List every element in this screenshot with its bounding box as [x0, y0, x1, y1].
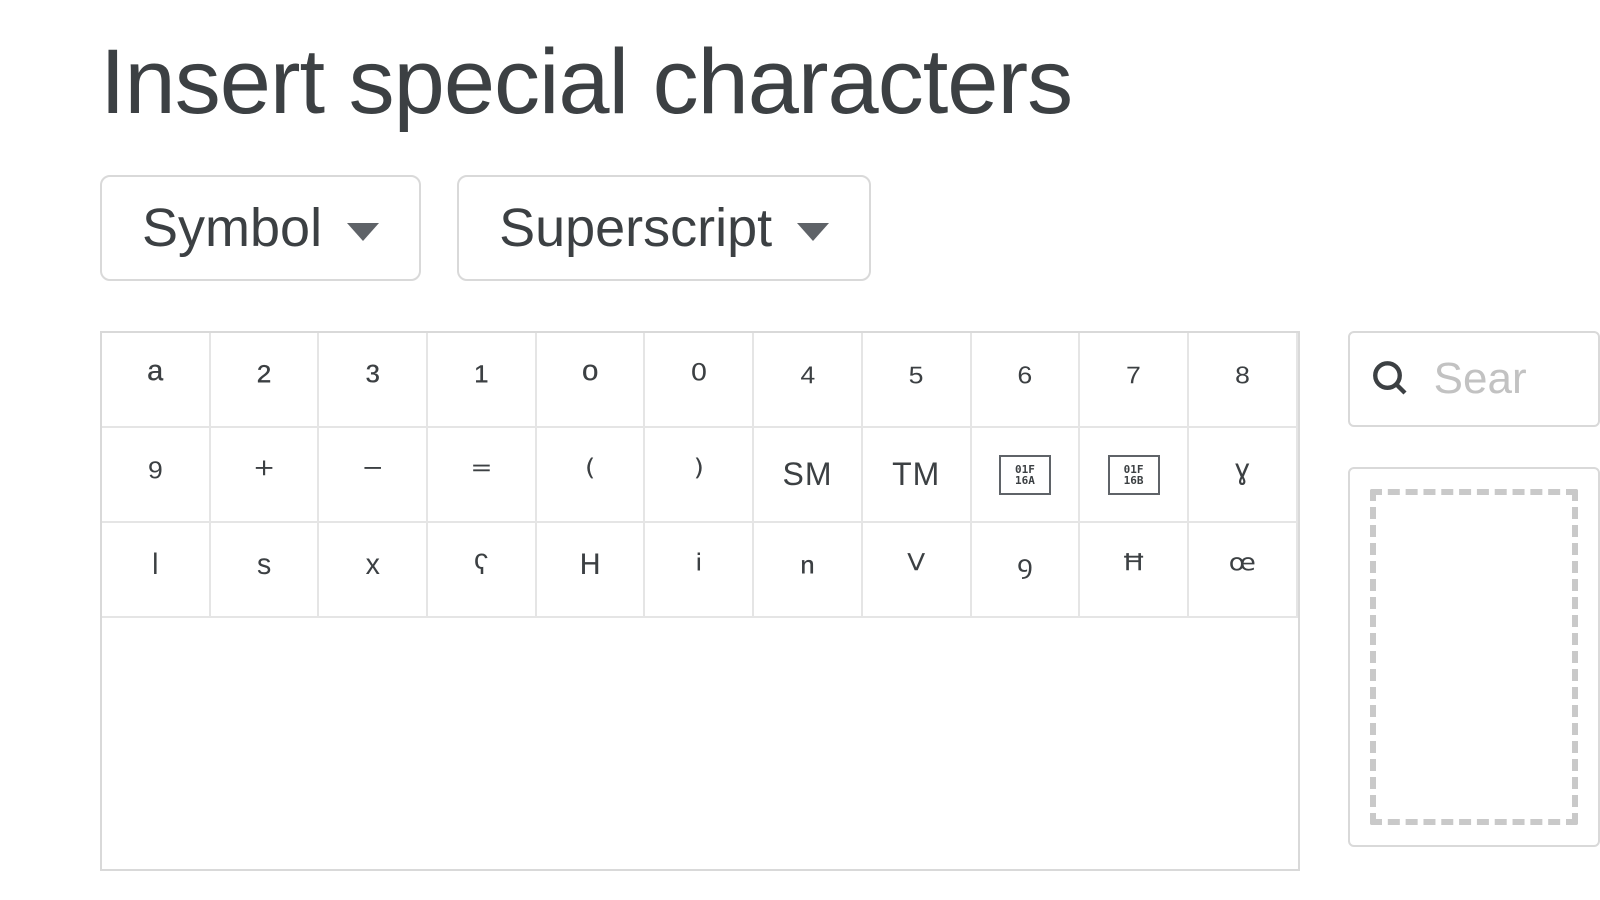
char-glyph: ⁾ [694, 450, 704, 499]
character-cell[interactable]: ꟹ [1189, 523, 1298, 618]
undefined-glyph-icon: 01F16B [1108, 455, 1160, 495]
char-glyph: ⁹ [146, 451, 164, 499]
char-glyph: ꟸ [1122, 545, 1146, 594]
character-cell[interactable]: ᴴ [537, 523, 646, 618]
char-glyph: ² [257, 356, 271, 404]
char-glyph: ª [148, 356, 164, 404]
dialog-title: Insert special characters [100, 30, 1600, 135]
category-dropdown[interactable]: Symbol [100, 175, 421, 281]
char-glyph: ˡ [152, 546, 159, 594]
character-cell[interactable]: ꝰ [972, 523, 1081, 618]
char-glyph: ꝰ [1017, 541, 1033, 598]
char-glyph: ³ [366, 356, 380, 404]
char-glyph: ⁷ [1126, 356, 1141, 404]
character-cell[interactable]: TM [863, 428, 972, 523]
char-glyph: ⱽ [907, 545, 925, 594]
character-cell[interactable]: ˠ [1189, 428, 1298, 523]
character-cell[interactable]: ⁿ [754, 523, 863, 618]
char-glyph: ˠ [1236, 451, 1250, 499]
draw-area-border [1370, 489, 1578, 825]
character-cell[interactable]: ⁼ [428, 428, 537, 523]
character-cell[interactable]: 01F16A [972, 428, 1081, 523]
subcategory-dropdown[interactable]: Superscript [457, 175, 871, 281]
char-glyph: ˢ [257, 546, 271, 594]
character-cell[interactable]: ⱽ [863, 523, 972, 618]
chevron-down-icon [347, 223, 379, 241]
subcategory-label: Superscript [499, 197, 772, 259]
char-glyph: º [582, 356, 597, 404]
character-cell[interactable]: ⁻ [319, 428, 428, 523]
character-cell[interactable]: ² [211, 333, 320, 428]
char-glyph: ⁴ [799, 356, 817, 404]
char-glyph: ⁶ [1016, 356, 1033, 404]
search-input[interactable] [1432, 353, 1578, 405]
character-cell[interactable]: ⁾ [645, 428, 754, 523]
character-cell[interactable]: ⁱ [645, 523, 754, 618]
char-glyph: ⁸ [1233, 356, 1251, 404]
char-glyph: SM [783, 456, 833, 493]
character-cell[interactable]: ⁺ [211, 428, 320, 523]
character-cell[interactable]: ˡ [102, 523, 211, 618]
char-glyph: ˣ [366, 546, 380, 594]
character-cell[interactable]: ª [102, 333, 211, 428]
char-glyph: ⁱ [695, 545, 703, 594]
character-cell[interactable]: º [537, 333, 646, 428]
undefined-glyph-icon: 01F16A [999, 455, 1051, 495]
character-cell[interactable]: ˤ [428, 523, 537, 618]
char-glyph: ꟹ [1229, 545, 1256, 594]
character-cell[interactable]: ⁰ [645, 333, 754, 428]
chevron-down-icon [797, 223, 829, 241]
character-cell[interactable]: ⁷ [1080, 333, 1189, 428]
char-glyph: ⁺ [253, 450, 275, 499]
character-cell[interactable]: ⁶ [972, 333, 1081, 428]
char-glyph: ⁼ [470, 450, 492, 499]
char-glyph: TM [892, 456, 940, 493]
character-cell[interactable]: ¹ [428, 333, 537, 428]
char-glyph: ¹ [474, 356, 488, 404]
character-cell[interactable]: ⁽ [537, 428, 646, 523]
search-icon [1370, 358, 1412, 400]
character-cell[interactable]: ⁵ [863, 333, 972, 428]
character-cell[interactable]: ˢ [211, 523, 320, 618]
char-glyph: ⁻ [362, 450, 384, 499]
character-cell[interactable]: ⁸ [1189, 333, 1298, 428]
char-glyph: ᴴ [581, 546, 599, 594]
search-box[interactable] [1348, 331, 1600, 427]
draw-panel[interactable] [1348, 467, 1600, 847]
character-grid: ª ² ³ ¹ º ⁰ ⁴ ⁵ ⁶ ⁷ ⁸ ⁹ ⁺ ⁻ ⁼ ⁽ ⁾ SM TM 01F16A 01F16B ˠ ˡ ˢ ˣ ˤ ᴴ ⁱ… [100, 331, 1300, 871]
category-label: Symbol [142, 197, 322, 259]
char-glyph: ˤ [474, 546, 489, 594]
char-glyph: ⁵ [908, 356, 925, 404]
char-glyph: ⁽ [585, 450, 595, 499]
character-cell[interactable]: ⁹ [102, 428, 211, 523]
character-cell[interactable]: SM [754, 428, 863, 523]
character-cell[interactable]: ˣ [319, 523, 428, 618]
character-cell[interactable]: ³ [319, 333, 428, 428]
character-cell[interactable]: ⁴ [754, 333, 863, 428]
character-cell[interactable]: 01F16B [1080, 428, 1189, 523]
character-cell[interactable]: ꟸ [1080, 523, 1189, 618]
char-glyph: ⁿ [800, 546, 815, 594]
char-glyph: ⁰ [690, 355, 707, 404]
